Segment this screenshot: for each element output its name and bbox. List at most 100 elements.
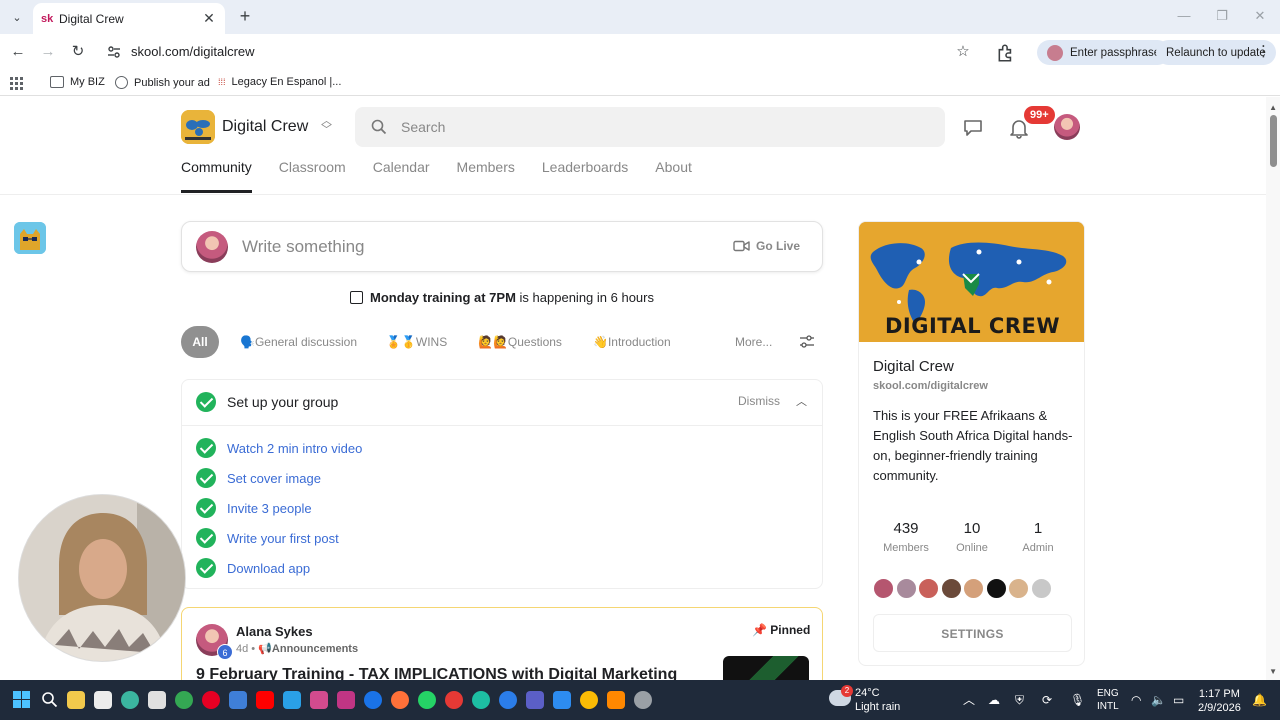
filter-general-discussion[interactable]: 🗣️General discussion: [240, 326, 357, 358]
tab-calendar[interactable]: Calendar: [373, 159, 430, 193]
bookmark-legacy-en-espanol[interactable]: ⁞⁞⁞ Legacy En Espanol |...: [218, 76, 341, 88]
reload-icon[interactable]: ↻: [68, 42, 88, 62]
app-browser-icon[interactable]: [499, 691, 517, 709]
member-avatar[interactable]: [985, 578, 1007, 599]
member-avatar[interactable]: [1030, 578, 1052, 599]
group-name[interactable]: Digital Crew: [222, 118, 308, 136]
bookmark-publish-your-ad[interactable]: Publish your ad: [115, 76, 210, 89]
filter-sliders-icon[interactable]: [799, 334, 815, 350]
tray-chevron-up-icon[interactable]: ︿: [963, 692, 975, 708]
upcoming-event-banner[interactable]: Monday training at 7PM is happening in 6…: [181, 290, 823, 305]
bookmark-star-icon[interactable]: ☆: [953, 42, 973, 62]
stat-admin[interactable]: 1 Admin: [1003, 520, 1073, 554]
slack-icon[interactable]: [310, 691, 328, 709]
browser-menu-kebab-icon[interactable]: ⋮: [1256, 42, 1271, 62]
page-scrollbar[interactable]: ▲ ▼: [1266, 97, 1280, 680]
member-avatar[interactable]: [873, 578, 894, 599]
tab-members[interactable]: Members: [457, 159, 515, 193]
member-avatar[interactable]: [918, 578, 939, 599]
enter-passphrase-button[interactable]: Enter passphrase: [1037, 40, 1171, 65]
file-explorer-icon[interactable]: [67, 691, 85, 709]
scroll-thumb[interactable]: [1270, 115, 1277, 167]
instagram-icon[interactable]: [337, 691, 355, 709]
search-bar[interactable]: [355, 107, 945, 147]
post-category[interactable]: 📢Announcements: [258, 643, 358, 655]
whatsapp-icon[interactable]: [418, 691, 436, 709]
defender-shield-icon[interactable]: ⛨: [1015, 692, 1024, 708]
extensions-puzzle-icon[interactable]: [996, 43, 1016, 63]
notification-bell-tray-icon[interactable]: 🔔: [1252, 692, 1267, 708]
notepad-icon[interactable]: [148, 691, 166, 709]
windows-start-icon[interactable]: [13, 691, 30, 708]
edge-dev-icon[interactable]: [472, 691, 490, 709]
edge-icon[interactable]: [121, 691, 139, 709]
task-download-app[interactable]: Download app: [227, 561, 310, 576]
tab-leaderboards[interactable]: Leaderboards: [542, 159, 628, 193]
gear-icon[interactable]: [634, 691, 652, 709]
chrome-icon[interactable]: [175, 691, 193, 709]
about-group-url[interactable]: skool.com/digitalcrew: [873, 380, 988, 392]
new-tab-plus-icon[interactable]: +: [234, 6, 256, 28]
member-avatar[interactable]: [940, 578, 962, 599]
go-live-button[interactable]: Go Live: [733, 239, 800, 253]
filter-more[interactable]: More...: [735, 326, 772, 358]
address-bar[interactable]: skool.com/digitalcrew: [131, 44, 255, 59]
browser-tab[interactable]: sk Digital Crew ✕: [33, 3, 225, 34]
bookmark-my-biz[interactable]: My BIZ: [50, 76, 105, 88]
volume-icon[interactable]: 🔈: [1151, 692, 1166, 708]
group-switcher-icon[interactable]: ︿ ﹀: [321, 116, 332, 136]
tab-classroom[interactable]: Classroom: [279, 159, 346, 193]
system-clock[interactable]: 1:17 PM 2/9/2026: [1198, 687, 1241, 715]
filter-introduction[interactable]: 👋Introduction: [593, 326, 671, 358]
write-something-input[interactable]: Write something: [242, 237, 365, 257]
settings-app-icon[interactable]: [364, 691, 382, 709]
vlc-icon[interactable]: [607, 691, 625, 709]
sync-icon[interactable]: ⟳: [1042, 692, 1052, 708]
scroll-down-arrow-icon[interactable]: ▼: [1269, 667, 1277, 676]
firefox-icon[interactable]: [391, 691, 409, 709]
stat-members[interactable]: 439 Members: [871, 520, 941, 554]
filter-all[interactable]: All: [181, 326, 219, 358]
outlook-icon[interactable]: [229, 691, 247, 709]
app-red-icon[interactable]: [445, 691, 463, 709]
microphone-icon[interactable]: 🎙: [1070, 692, 1085, 708]
forward-arrow-icon[interactable]: →: [38, 42, 58, 62]
weather-temperature[interactable]: 24°C: [855, 687, 880, 699]
teams-icon[interactable]: [526, 691, 544, 709]
tab-close-icon[interactable]: ✕: [201, 10, 217, 27]
window-close-icon[interactable]: ✕: [1248, 6, 1272, 26]
site-info-icon[interactable]: [107, 45, 121, 59]
battery-icon[interactable]: ▭: [1173, 692, 1184, 708]
wifi-icon[interactable]: ◠: [1131, 692, 1141, 708]
window-restore-icon[interactable]: ❐: [1210, 6, 1234, 26]
back-arrow-icon[interactable]: ←: [8, 42, 28, 62]
chrome-alt-icon[interactable]: [580, 691, 598, 709]
search-input[interactable]: [401, 117, 921, 137]
task-invite-people[interactable]: Invite 3 people: [227, 501, 312, 516]
tab-about[interactable]: About: [655, 159, 692, 193]
chevron-up-icon[interactable]: ︿: [796, 393, 807, 409]
taskbar-search-icon[interactable]: [41, 691, 58, 708]
input-language[interactable]: ENG INTL: [1097, 687, 1119, 713]
user-avatar[interactable]: [1054, 114, 1080, 140]
pinned-post-card[interactable]: 6 Alana Sykes 4d • 📢Announcements 📌 Pinn…: [181, 607, 823, 680]
side-extension-cat-icon[interactable]: [14, 222, 46, 254]
filter-questions[interactable]: 🙋🙋Questions: [478, 326, 562, 358]
scroll-up-arrow-icon[interactable]: ▲: [1269, 103, 1277, 112]
weather-description[interactable]: Light rain: [855, 701, 900, 713]
post-title[interactable]: 9 February Training - TAX IMPLICATIONS w…: [196, 666, 677, 680]
member-avatar[interactable]: [895, 578, 917, 599]
dismiss-button[interactable]: Dismiss: [738, 394, 780, 408]
photos-icon[interactable]: [553, 691, 571, 709]
post-thumbnail[interactable]: [723, 656, 809, 680]
post-composer[interactable]: Write something Go Live: [181, 221, 823, 272]
pinterest-icon[interactable]: [202, 691, 220, 709]
member-avatar[interactable]: [963, 578, 984, 599]
task-set-cover-image[interactable]: Set cover image: [227, 471, 321, 486]
settings-button[interactable]: SETTINGS: [873, 614, 1072, 652]
apps-grid-icon[interactable]: [10, 77, 23, 90]
stat-online[interactable]: 10 Online: [937, 520, 1007, 554]
task-write-first-post[interactable]: Write your first post: [227, 531, 339, 546]
member-avatar[interactable]: [1008, 578, 1029, 599]
app-blue-icon[interactable]: [283, 691, 301, 709]
